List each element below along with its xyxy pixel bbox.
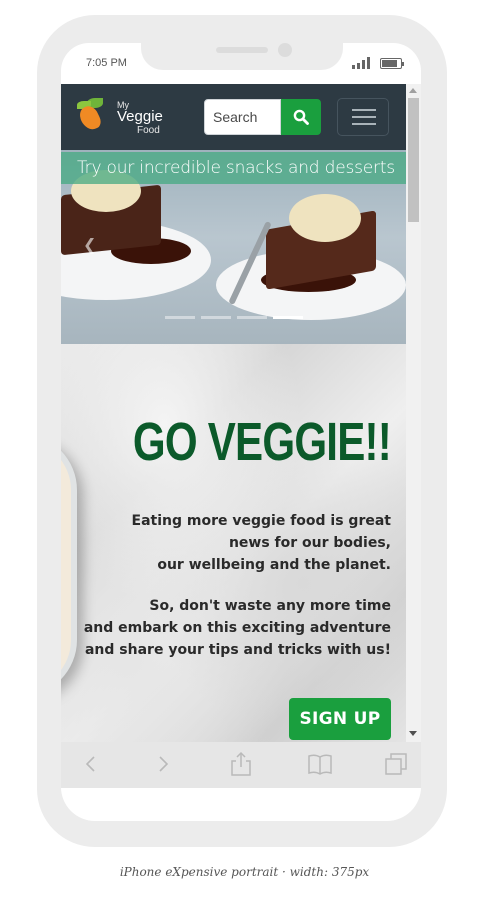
carousel-indicator[interactable]: [201, 316, 231, 319]
carousel-indicator[interactable]: [165, 316, 195, 319]
carousel-indicator-active[interactable]: [273, 316, 303, 319]
ice-cream-image: [289, 194, 361, 242]
image-carousel[interactable]: Try our incredible snacks and desserts ❮: [61, 150, 406, 344]
hero-paragraph-line: So, don't waste any more time: [149, 598, 391, 614]
site-logo[interactable]: My Veggie Food: [76, 98, 177, 138]
logo-text-veggie: Veggie: [117, 108, 163, 125]
hero-paragraph: Eating more veggie food is great news fo…: [71, 510, 391, 576]
tabs-icon[interactable]: [381, 750, 411, 778]
battery-icon: [380, 58, 404, 69]
scroll-down-icon[interactable]: [409, 731, 417, 736]
carousel-indicators: [165, 316, 305, 320]
forward-icon[interactable]: [149, 750, 179, 778]
hero-paragraph-line: Eating more veggie food is great: [131, 513, 391, 529]
hero-paragraph: So, don't waste any more time and embark…: [71, 595, 391, 661]
page-viewport: My Veggie Food Try our incredible snacks…: [61, 84, 406, 742]
phone-notch: [141, 40, 343, 70]
search-button[interactable]: [281, 99, 321, 135]
hero-paragraph-line: and share your tips and tricks with us!: [84, 642, 391, 658]
front-camera: [278, 43, 292, 57]
browser-toolbar: [61, 742, 421, 788]
search-input[interactable]: [204, 99, 281, 135]
scroll-thumb[interactable]: [408, 98, 419, 222]
bookmarks-icon[interactable]: [305, 750, 335, 778]
logo-text-food: Food: [137, 125, 160, 136]
signal-icon: [352, 57, 372, 69]
hero-paragraph-line: news for our bodies,: [228, 535, 391, 551]
carousel-caption: Try our incredible snacks and desserts: [61, 152, 406, 184]
hero-section: GO VEGGIE!! Eating more veggie food is g…: [61, 344, 406, 742]
carousel-indicator[interactable]: [237, 316, 267, 319]
signup-button[interactable]: SIGN UP: [289, 698, 391, 740]
status-time: 7:05 PM: [86, 57, 127, 69]
navbar: My Veggie Food: [61, 84, 406, 150]
scroll-up-icon[interactable]: [409, 88, 417, 93]
hero-paragraph-line: and embark on this exciting adventure: [83, 620, 391, 636]
hamburger-menu-icon: [352, 109, 376, 111]
hero-title: GO VEGGIE!!: [132, 412, 392, 472]
speaker-grille: [216, 47, 268, 53]
back-icon[interactable]: [75, 750, 105, 778]
search-icon: [293, 109, 309, 125]
carousel-prev-icon[interactable]: ❮: [83, 235, 96, 254]
hero-paragraph-line: our wellbeing and the planet.: [157, 557, 391, 573]
hamburger-menu-button[interactable]: [337, 98, 389, 136]
scrollbar[interactable]: [406, 84, 421, 742]
device-caption: iPhone eXpensive portrait · width: 375px: [119, 865, 370, 879]
share-icon[interactable]: [226, 750, 256, 778]
